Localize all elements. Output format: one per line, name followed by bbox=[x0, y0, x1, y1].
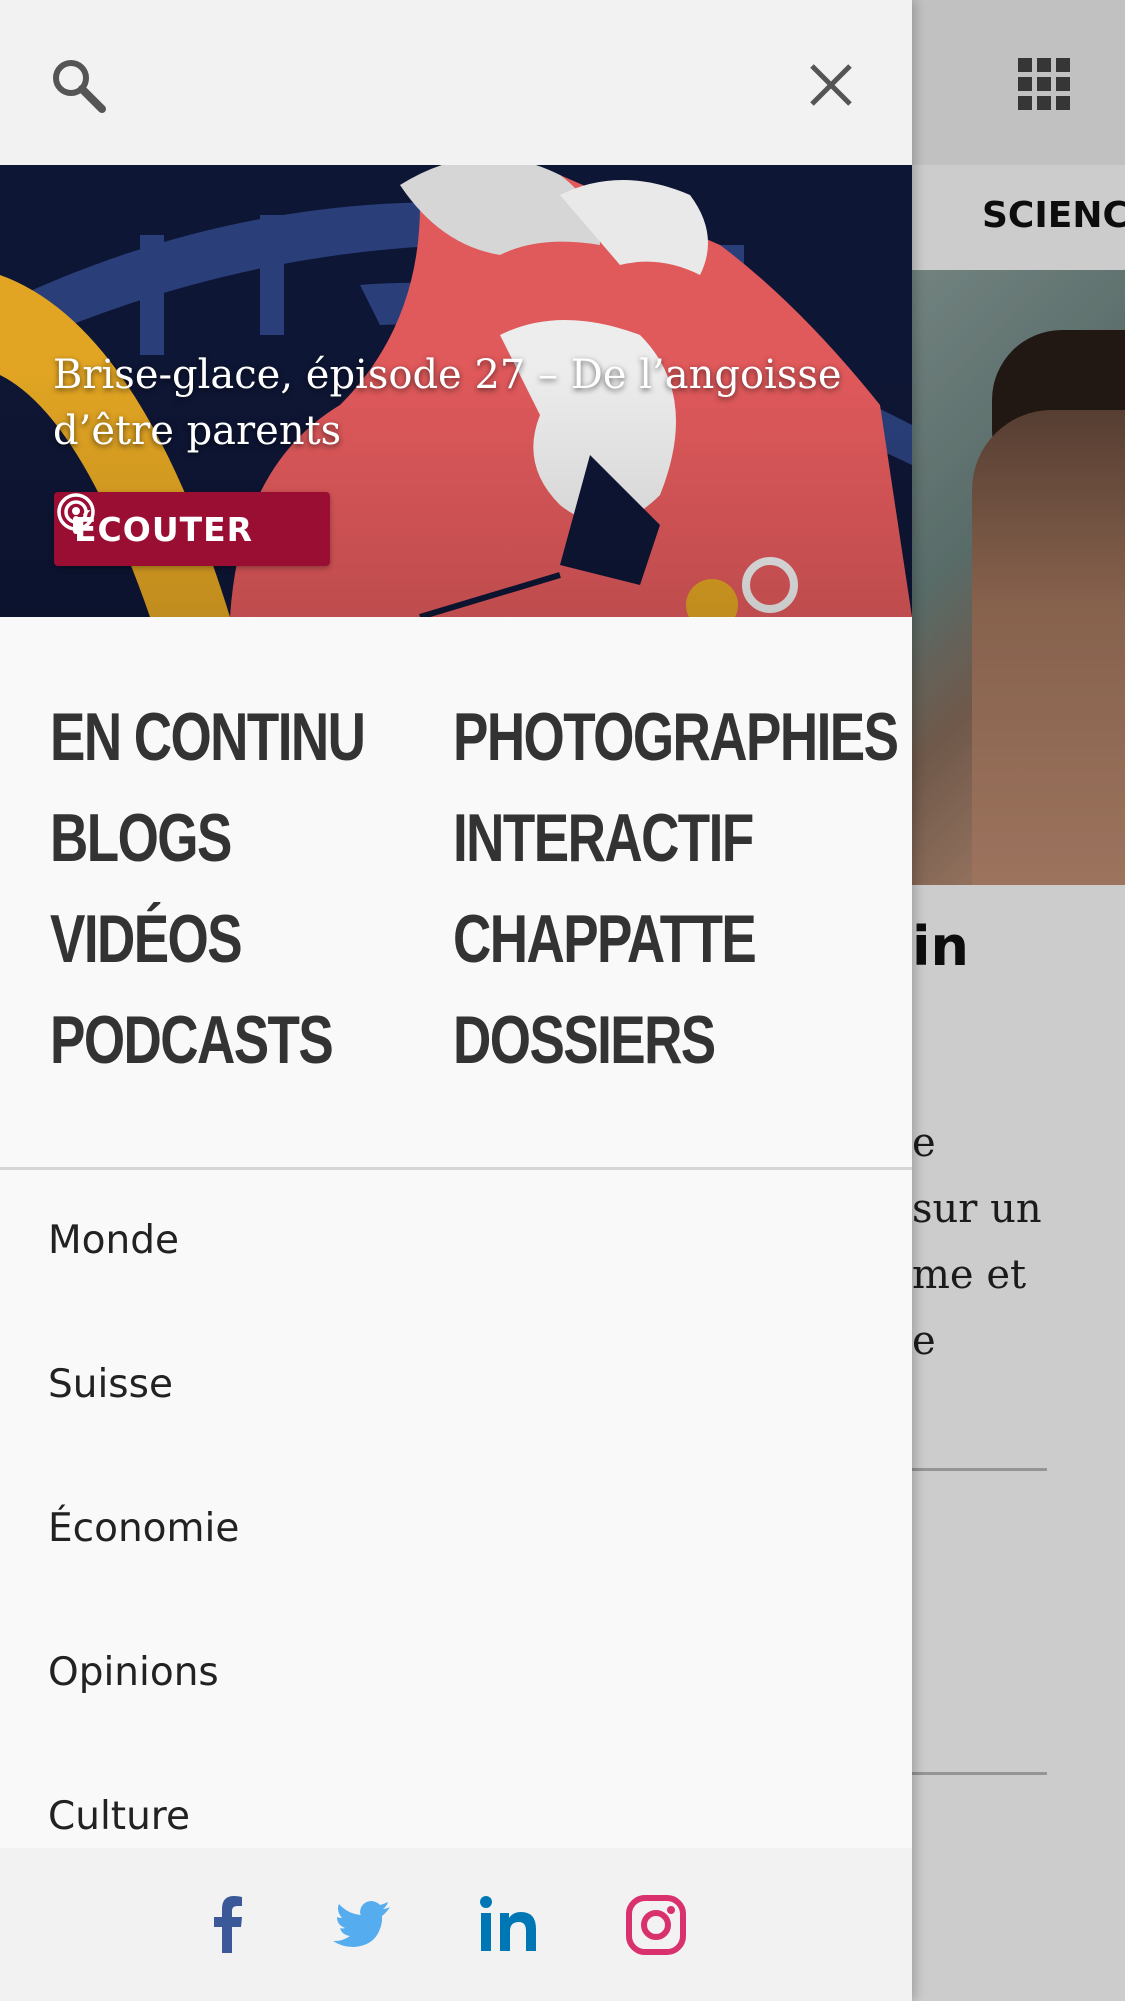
nav-photographies[interactable]: PHOTOGRAPHIES bbox=[453, 697, 899, 777]
section-economie[interactable]: Économie bbox=[48, 1506, 239, 1551]
drawer-divider bbox=[0, 1167, 912, 1170]
nav-podcasts[interactable]: PODCASTS bbox=[50, 1000, 334, 1080]
nav-interactif[interactable]: INTERACTIF bbox=[453, 798, 754, 878]
nav-chappatte[interactable]: CHAPPATTE bbox=[453, 899, 757, 979]
navigation-drawer: Brise-glace, épisode 27 – De l’angoisse … bbox=[0, 0, 912, 2001]
linkedin-icon[interactable] bbox=[478, 1893, 542, 1957]
podcast-promo[interactable]: Brise-glace, épisode 27 – De l’angoisse … bbox=[0, 165, 912, 617]
listen-button[interactable]: ÉCOUTER bbox=[54, 492, 330, 566]
section-monde[interactable]: Monde bbox=[48, 1218, 179, 1263]
section-opinions[interactable]: Opinions bbox=[48, 1650, 219, 1695]
section-culture[interactable]: Culture bbox=[48, 1794, 190, 1839]
facebook-icon[interactable] bbox=[196, 1893, 260, 1957]
nav-videos[interactable]: VIDÉOS bbox=[50, 899, 243, 979]
drawer-header bbox=[0, 0, 912, 165]
social-bar bbox=[0, 1848, 912, 2001]
nav-en-continu[interactable]: EN CONTINU bbox=[50, 697, 366, 777]
close-icon[interactable] bbox=[806, 60, 856, 110]
twitter-icon[interactable] bbox=[330, 1893, 394, 1957]
instagram-icon[interactable] bbox=[624, 1893, 688, 1957]
nav-dossiers[interactable]: DOSSIERS bbox=[453, 1000, 716, 1080]
nav-blogs[interactable]: BLOGS bbox=[50, 798, 232, 878]
main-navigation: EN CONTINU BLOGS VIDÉOS PODCASTS PHOTOGR… bbox=[0, 617, 912, 1169]
podcast-icon bbox=[57, 493, 95, 534]
search-icon[interactable] bbox=[48, 55, 108, 115]
section-suisse[interactable]: Suisse bbox=[48, 1362, 173, 1407]
listen-label: ÉCOUTER bbox=[74, 509, 254, 549]
promo-title[interactable]: Brise-glace, épisode 27 – De l’angoisse … bbox=[53, 347, 873, 459]
